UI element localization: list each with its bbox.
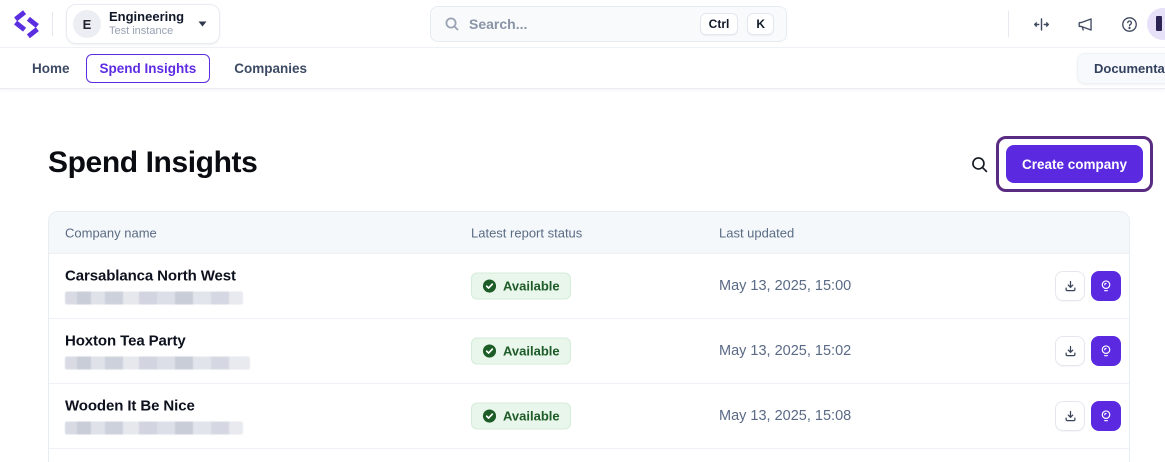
global-search[interactable]: Ctrl K <box>430 6 787 42</box>
download-icon <box>1065 345 1075 356</box>
check-circle-icon <box>482 409 497 423</box>
download-icon <box>1065 280 1075 291</box>
panel-resize-button[interactable] <box>1030 13 1052 35</box>
app-logo-icon <box>14 10 39 39</box>
search-input[interactable] <box>469 16 691 32</box>
view-insights-button[interactable] <box>1091 271 1121 301</box>
search-icon <box>971 156 987 172</box>
org-subtitle: Test instance <box>109 25 174 38</box>
download-report-button[interactable] <box>1055 401 1085 431</box>
row-actions <box>1055 336 1121 366</box>
top-bar: E Engineering Test instance Ctrl K <box>0 0 1165 48</box>
megaphone-icon <box>1077 17 1092 31</box>
table-search-button[interactable] <box>967 152 991 176</box>
last-updated-value: May 13, 2025, 15:08 <box>719 408 852 424</box>
page-title: Spend Insights <box>48 146 258 179</box>
table-row[interactable]: Carsablanca North West Available May 13,… <box>49 254 1129 319</box>
divider <box>52 12 53 36</box>
view-insights-button[interactable] <box>1091 336 1121 366</box>
row-actions <box>1055 401 1121 431</box>
lightbulb-icon <box>1101 410 1111 422</box>
company-cell: Carsablanca North West <box>65 268 243 305</box>
companies-table: Company name Latest report status Last u… <box>48 211 1130 462</box>
check-circle-icon <box>482 344 497 358</box>
status-label: Available <box>503 408 560 424</box>
org-avatar: E <box>73 10 101 38</box>
status-label: Available <box>503 278 560 294</box>
status-cell: Available <box>471 272 571 300</box>
table-header-row: Company name Latest report status Last u… <box>49 212 1129 254</box>
status-cell: Available <box>471 402 571 430</box>
column-latest-report-status: Latest report status <box>471 225 583 240</box>
table-row[interactable]: Wooden It Be Nice Available May 13, 2025… <box>49 384 1129 449</box>
create-company-button[interactable]: Create company <box>1006 145 1143 183</box>
shortcut-ctrl-key: Ctrl <box>699 12 739 36</box>
org-switcher[interactable]: E Engineering Test instance <box>66 4 221 44</box>
redacted-subtitle <box>65 356 250 370</box>
shortcut-k-key: K <box>747 12 774 36</box>
divider <box>1008 11 1009 37</box>
status-cell: Available <box>471 337 571 365</box>
chevron-down-icon <box>198 21 207 27</box>
download-report-button[interactable] <box>1055 271 1085 301</box>
redacted-subtitle <box>65 421 243 435</box>
lightbulb-icon <box>1101 345 1111 357</box>
search-icon <box>445 17 459 31</box>
company-name: Wooden It Be Nice <box>65 397 195 415</box>
download-report-button[interactable] <box>1055 336 1085 366</box>
company-cell: Wooden It Be Nice <box>65 398 243 435</box>
user-avatar[interactable] <box>1147 8 1165 40</box>
redacted-subtitle <box>65 291 243 305</box>
status-badge: Available <box>471 272 571 300</box>
company-name: Carsablanca North West <box>65 267 236 285</box>
announcements-button[interactable] <box>1074 13 1096 35</box>
table-row-partial <box>49 449 1129 462</box>
nav-item-companies[interactable]: Companies <box>224 54 317 83</box>
help-icon <box>1121 16 1137 32</box>
documentation-button[interactable]: Documentation <box>1077 53 1165 84</box>
row-actions <box>1055 271 1121 301</box>
column-company-name: Company name <box>65 225 157 240</box>
table-row[interactable]: Hoxton Tea Party Available May 13, 2025,… <box>49 319 1129 384</box>
company-name: Hoxton Tea Party <box>65 332 186 350</box>
nav-item-home[interactable]: Home <box>22 54 80 83</box>
download-icon <box>1065 410 1075 421</box>
org-name: Engineering <box>109 9 185 25</box>
main-nav: Home Spend Insights Companies Documentat… <box>0 48 1165 89</box>
last-updated-value: May 13, 2025, 15:00 <box>719 278 852 294</box>
column-last-updated: Last updated <box>719 225 795 240</box>
app-window: E Engineering Test instance Ctrl K <box>0 0 1165 462</box>
help-button[interactable] <box>1118 13 1140 35</box>
status-badge: Available <box>471 402 571 430</box>
lightbulb-icon <box>1101 280 1111 292</box>
panel-resize-icon <box>1033 17 1049 31</box>
status-label: Available <box>503 343 560 359</box>
last-updated-value: May 13, 2025, 15:02 <box>719 343 852 359</box>
nav-item-spend-insights[interactable]: Spend Insights <box>85 53 211 83</box>
check-circle-icon <box>482 279 497 293</box>
company-cell: Hoxton Tea Party <box>65 333 250 370</box>
view-insights-button[interactable] <box>1091 401 1121 431</box>
status-badge: Available <box>471 337 571 365</box>
